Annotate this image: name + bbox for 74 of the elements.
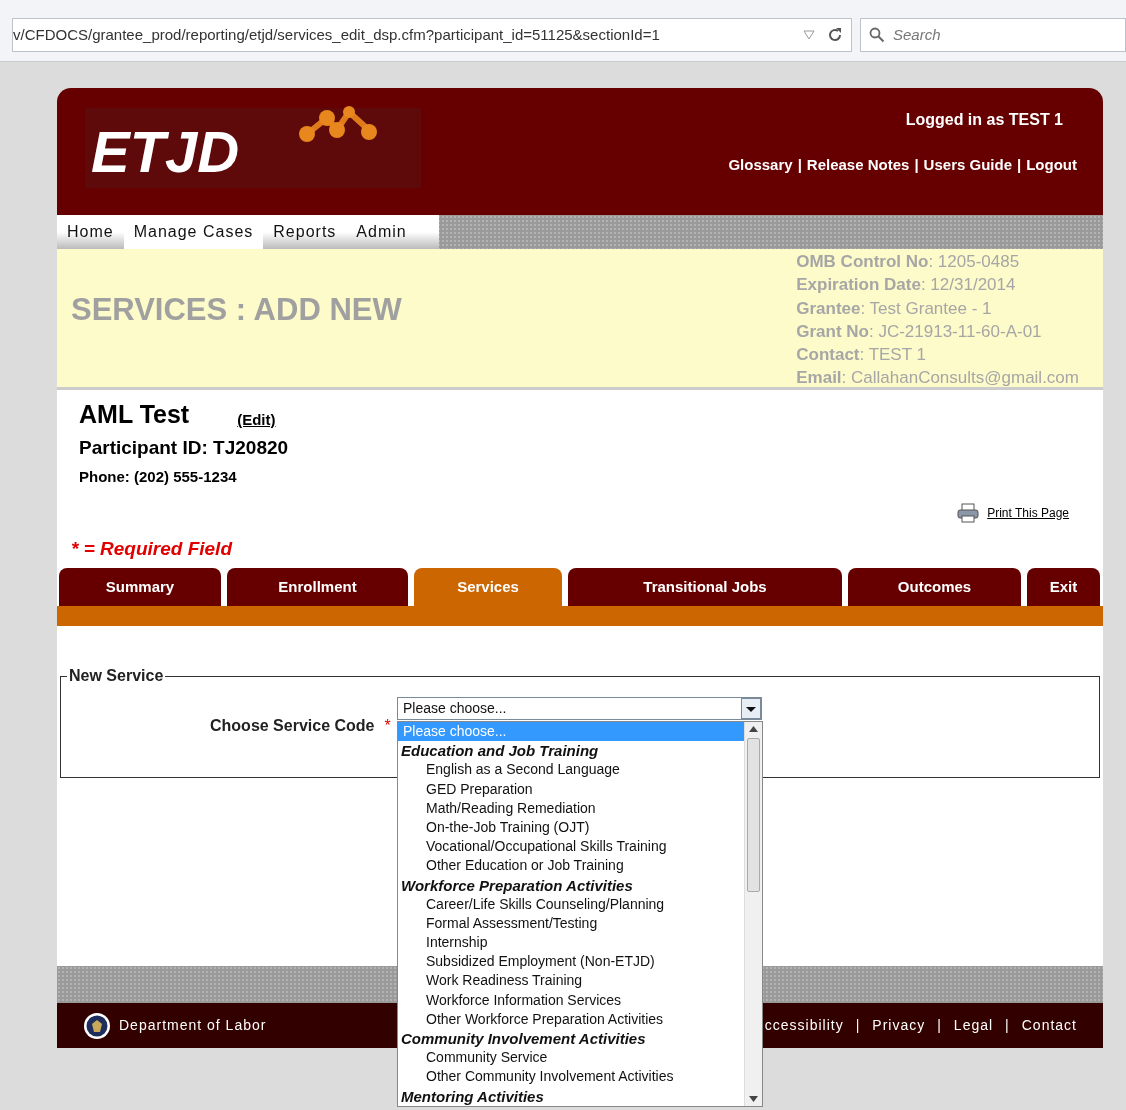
required-note: * = Required Field	[70, 536, 234, 561]
edit-link[interactable]: (Edit)	[237, 409, 276, 432]
page-title: SERVICES : ADD NEW	[71, 291, 402, 329]
dropdown-option[interactable]: English as a Second Language	[398, 760, 744, 780]
dropdown-option[interactable]: Vocational/Occupational Skills Training	[398, 837, 744, 857]
search-field[interactable]: Search	[860, 18, 1126, 52]
grant-info-text: Contact: TEST 1	[796, 344, 927, 367]
section-tab[interactable]: Exit	[1027, 568, 1100, 606]
option-group-label: Workforce Preparation Activities	[400, 875, 634, 895]
separator: |	[855, 1016, 861, 1035]
grant-info-text: OMB Control No: 1205-0485	[796, 251, 1021, 273]
grant-info-text: Grantee: Test Grantee - 1	[796, 297, 993, 320]
grant-info-text: Expiration Date: 12/31/2014	[796, 274, 1017, 297]
footer-link[interactable]: ccessibility	[764, 1015, 844, 1036]
option-group-label: Community Involvement Activities	[400, 1029, 647, 1049]
separator: |	[797, 155, 802, 175]
print-link[interactable]: Print This Page	[987, 503, 1069, 522]
logo-text: ETJD	[91, 120, 240, 184]
dropdown-option[interactable]: Work Readiness Training	[398, 971, 744, 991]
agency-name: Department of Labor	[119, 1016, 267, 1035]
phone-text: Phone: (202) 555-1234	[78, 467, 238, 487]
participant-id: Participant ID: TJ20820	[78, 435, 290, 460]
section-tab[interactable]: Summary	[59, 568, 221, 606]
grant-info-text: Grant No: JC-21913-11-60-A-01	[796, 320, 1043, 343]
dropdown-option[interactable]: GED Preparation	[398, 779, 744, 799]
dropdown-option[interactable]: Other Community Involvement Activities	[398, 1067, 744, 1087]
footer-link[interactable]: Privacy	[872, 1015, 926, 1036]
scroll-up-icon[interactable]	[749, 726, 758, 732]
header-link[interactable]: Glossary	[728, 154, 793, 177]
scrollbar-thumb[interactable]	[747, 738, 760, 892]
required-mark: *	[384, 716, 391, 736]
participant-name: AML Test	[79, 399, 190, 430]
section-tab[interactable]: Services	[414, 568, 562, 606]
option-group-label: Mentoring Activities	[400, 1086, 545, 1106]
reload-icon[interactable]	[827, 27, 843, 43]
footer-link[interactable]: Contact	[1021, 1015, 1077, 1036]
dropdown-option[interactable]: Workforce Information Services	[398, 990, 744, 1010]
separator: |	[937, 1016, 942, 1035]
dropdown-option[interactable]: Other Workforce Preparation Activities	[398, 1009, 744, 1029]
section-tab[interactable]: Transitional Jobs	[568, 568, 842, 606]
address-bar[interactable]: v/CFDOCS/grantee_prod/reporting/etjd/services_edit_dsp.cfm?participant_id=51125&sectionId=1	[12, 18, 852, 52]
nav-tab[interactable]: Home	[57, 215, 124, 249]
field-label: Choose Service Code	[210, 716, 375, 736]
grant-info-text: Email: CallahanConsults@gmail.com	[796, 367, 1079, 390]
service-code-select[interactable]: Please choose...	[397, 697, 762, 720]
header-link[interactable]: Users Guide	[923, 154, 1012, 177]
scrollbar[interactable]	[744, 722, 762, 1106]
header-link[interactable]: Logout	[1026, 154, 1077, 177]
search-icon	[869, 27, 885, 43]
separator: |	[914, 155, 919, 175]
header-link[interactable]: Release Notes	[806, 154, 910, 177]
nav-tab[interactable]: Manage Cases	[123, 215, 264, 249]
logged-in-text: Logged in as TEST 1	[905, 110, 1063, 130]
url-text: v/CFDOCS/grantee_prod/reporting/etjd/services_edit_dsp.cfm?participant_id=51125&sectionId=1	[13, 24, 661, 45]
dropdown-option[interactable]: Other Education or Job Training	[398, 856, 744, 876]
dropdown-option[interactable]: Career/Life Skills Counseling/Planning	[398, 894, 744, 914]
option-group-label: Education and Job Training	[400, 741, 600, 761]
fieldset-legend: New Service	[67, 664, 166, 688]
section-tab[interactable]: Enrollment	[227, 568, 408, 606]
dropdown-option[interactable]: Subsidized Employment (Non-ETJD)	[398, 952, 744, 972]
separator: |	[1005, 1016, 1010, 1035]
nav-tab[interactable]: Admin	[346, 215, 439, 249]
dropdown-option[interactable]: Community Service	[398, 1048, 744, 1068]
dropdown-option[interactable]: On-the-Job Training (OJT)	[398, 817, 744, 838]
dropdown-option[interactable]: Internship	[398, 933, 744, 953]
scroll-down-icon[interactable]	[749, 1096, 758, 1102]
separator: |	[1017, 155, 1022, 175]
section-tab[interactable]: Outcomes	[848, 568, 1021, 606]
seal-icon	[83, 1011, 111, 1040]
dropdown-option[interactable]: Formal Assessment/Testing	[398, 913, 744, 934]
footer-link[interactable]: Legal	[953, 1015, 994, 1036]
dropdown-option[interactable]: Math/Reading Remediation	[398, 798, 744, 818]
nav-tab[interactable]: Reports	[263, 215, 347, 249]
printer-icon[interactable]	[957, 502, 980, 523]
